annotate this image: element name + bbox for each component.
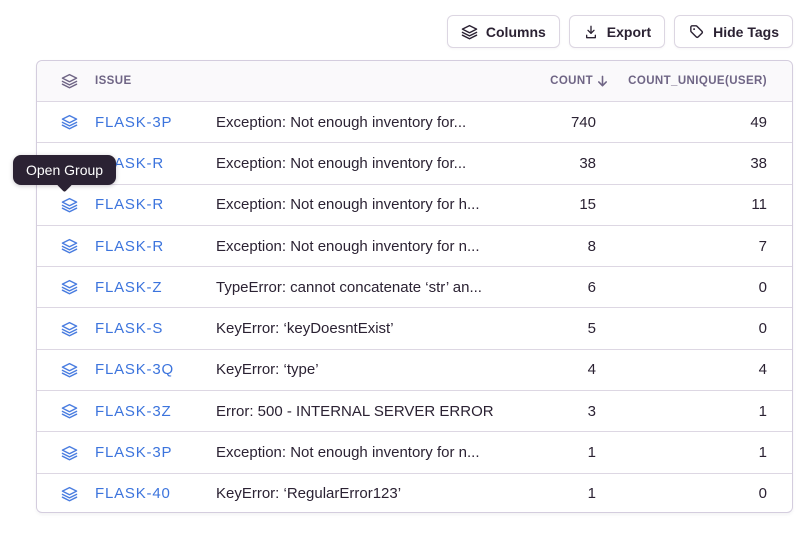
count-value: 5 xyxy=(529,320,609,337)
count-unique-value: 4 xyxy=(609,361,792,378)
table-row: FLASK-S KeyError: ‘keyDoesntExist’ 5 0 xyxy=(37,307,792,348)
issue-group-icon[interactable] xyxy=(61,486,78,502)
layers-icon xyxy=(61,73,78,89)
count-unique-value: 49 xyxy=(609,114,792,131)
table-row: FLASK-Z TypeError: cannot concatenate ‘s… xyxy=(37,266,792,307)
count-unique-value: 7 xyxy=(609,238,792,255)
issue-title: Exception: Not enough inventory for... xyxy=(216,114,529,131)
issue-group-icon[interactable] xyxy=(61,279,78,295)
count-column-label: COUNT xyxy=(550,75,593,87)
issue-title: KeyError: ‘RegularError123’ xyxy=(216,485,529,502)
issue-group-icon[interactable] xyxy=(61,362,78,378)
issue-group-icon[interactable] xyxy=(61,403,78,419)
export-button[interactable]: Export xyxy=(569,15,665,48)
table-row: FLASK-R Exception: Not enough inventory … xyxy=(37,142,792,183)
hide-tags-button[interactable]: Hide Tags xyxy=(674,15,793,48)
count-value: 15 xyxy=(529,196,609,213)
count-value: 6 xyxy=(529,279,609,296)
results-table: ISSUE COUNT COUNT_UNIQUE(USER) FLASK-3P … xyxy=(36,60,793,513)
issue-group-icon[interactable] xyxy=(61,114,78,130)
count-value: 740 xyxy=(529,114,609,131)
count-unique-value: 38 xyxy=(609,155,792,172)
issue-link[interactable]: FLASK-3Q xyxy=(95,361,174,378)
issue-link[interactable]: FLASK-Z xyxy=(95,279,162,296)
table-row: FLASK-3Q KeyError: ‘type’ 4 4 xyxy=(37,349,792,390)
count-value: 1 xyxy=(529,444,609,461)
issue-link[interactable]: FLASK-3Z xyxy=(95,403,171,420)
issue-title: Exception: Not enough inventory for h... xyxy=(216,196,529,213)
count-unique-value: 1 xyxy=(609,444,792,461)
issue-title: KeyError: ‘keyDoesntExist’ xyxy=(216,320,529,337)
issue-title: TypeError: cannot concatenate ‘str’ an..… xyxy=(216,279,529,296)
table-row: FLASK-3P Exception: Not enough inventory… xyxy=(37,101,792,142)
issue-group-icon[interactable] xyxy=(61,321,78,337)
issue-cell: FLASK-R xyxy=(37,238,216,255)
table-row: FLASK-3P Exception: Not enough inventory… xyxy=(37,431,792,472)
count-unique-value: 1 xyxy=(609,403,792,420)
issue-title: Exception: Not enough inventory for n... xyxy=(216,238,529,255)
table-toolbar: Columns Export Hide Tags xyxy=(447,15,793,48)
count-value: 38 xyxy=(529,155,609,172)
issue-cell: FLASK-3Z xyxy=(37,403,216,420)
columns-button[interactable]: Columns xyxy=(447,15,560,48)
table-row: FLASK-R Exception: Not enough inventory … xyxy=(37,225,792,266)
issue-cell: FLASK-3P xyxy=(37,444,216,461)
table-row: FLASK-40 KeyError: ‘RegularError123’ 1 0 xyxy=(37,473,792,514)
count-value: 4 xyxy=(529,361,609,378)
count-unique-value: 0 xyxy=(609,485,792,502)
count-unique-value: 11 xyxy=(609,196,792,213)
table-header: ISSUE COUNT COUNT_UNIQUE(USER) xyxy=(37,61,792,101)
issue-group-icon[interactable] xyxy=(61,238,78,254)
layers-icon xyxy=(461,24,478,40)
issue-link[interactable]: FLASK-3P xyxy=(95,444,172,461)
sort-desc-icon xyxy=(596,74,609,88)
issue-link[interactable]: FLASK-40 xyxy=(95,485,171,502)
count-value: 1 xyxy=(529,485,609,502)
issue-link[interactable]: FLASK-3P xyxy=(95,114,172,131)
hide-tags-button-label: Hide Tags xyxy=(713,24,779,40)
count-value: 8 xyxy=(529,238,609,255)
issue-cell: FLASK-R xyxy=(37,196,216,213)
table-row: FLASK-R Exception: Not enough inventory … xyxy=(37,184,792,225)
count-unique-value: 0 xyxy=(609,320,792,337)
issue-title: Exception: Not enough inventory for n... xyxy=(216,444,529,461)
issue-title: KeyError: ‘type’ xyxy=(216,361,529,378)
count-unique-value: 0 xyxy=(609,279,792,296)
issue-link[interactable]: FLASK-R xyxy=(95,196,164,213)
issue-group-icon[interactable] xyxy=(61,197,78,213)
export-button-label: Export xyxy=(607,24,651,40)
issue-title: Error: 500 - INTERNAL SERVER ERROR xyxy=(216,403,529,420)
tag-icon xyxy=(688,23,705,40)
open-group-tooltip: Open Group xyxy=(13,155,116,185)
issue-title: Exception: Not enough inventory for... xyxy=(216,155,529,172)
issue-link[interactable]: FLASK-S xyxy=(95,320,163,337)
issue-column-header[interactable]: ISSUE xyxy=(37,73,216,89)
download-icon xyxy=(583,24,599,40)
columns-button-label: Columns xyxy=(486,24,546,40)
open-group-tooltip-label: Open Group xyxy=(26,162,103,178)
issue-cell: FLASK-40 xyxy=(37,485,216,502)
issue-cell: FLASK-Z xyxy=(37,279,216,296)
count-value: 3 xyxy=(529,403,609,420)
issue-cell: FLASK-3P xyxy=(37,114,216,131)
count-unique-column-header[interactable]: COUNT_UNIQUE(USER) xyxy=(609,75,792,87)
issue-cell: FLASK-3Q xyxy=(37,361,216,378)
issue-group-icon[interactable] xyxy=(61,445,78,461)
table-row: FLASK-3Z Error: 500 - INTERNAL SERVER ER… xyxy=(37,390,792,431)
issue-column-label: ISSUE xyxy=(95,75,132,87)
count-column-header[interactable]: COUNT xyxy=(529,74,609,88)
issue-cell: FLASK-S xyxy=(37,320,216,337)
table-body: FLASK-3P Exception: Not enough inventory… xyxy=(37,101,792,514)
issue-link[interactable]: FLASK-R xyxy=(95,238,164,255)
